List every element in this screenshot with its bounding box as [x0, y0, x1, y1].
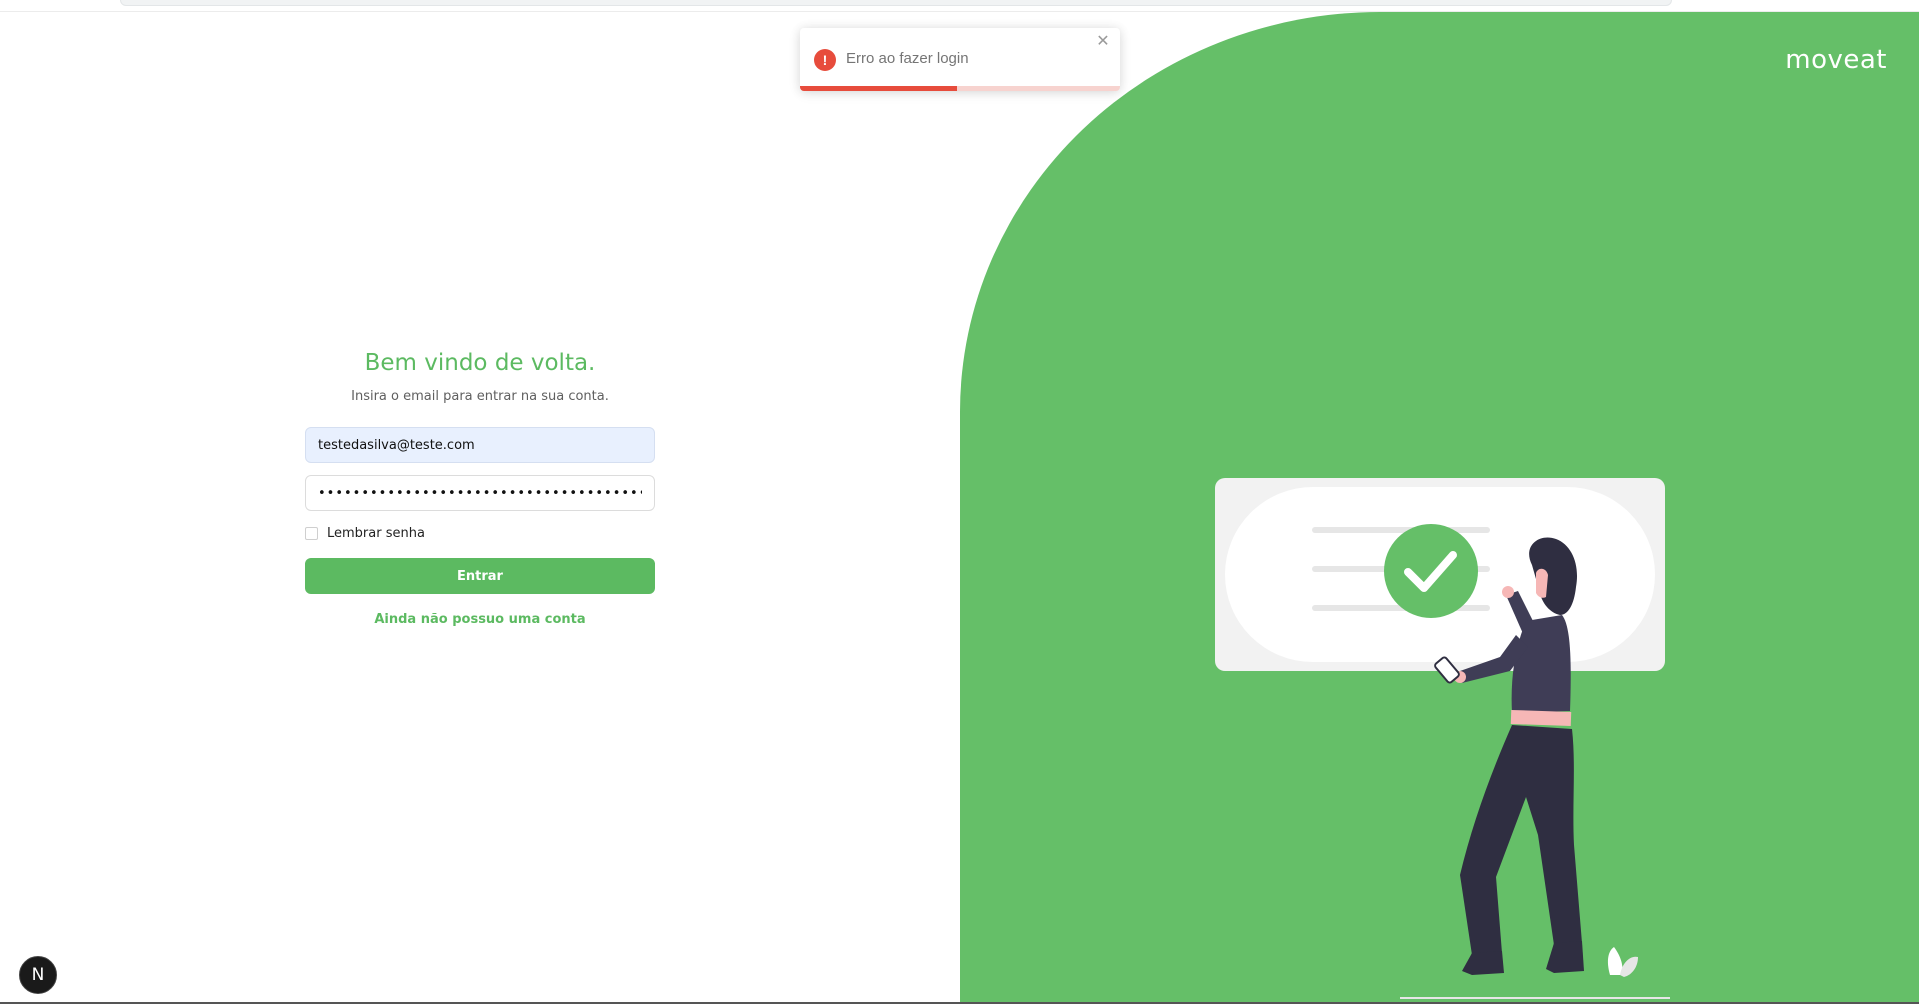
remember-password-checkbox[interactable] — [305, 526, 318, 540]
illustration — [1215, 478, 1670, 999]
toast-message: Erro ao fazer login — [846, 50, 969, 67]
remember-password-label[interactable]: Lembrar senha — [327, 526, 425, 541]
login-button[interactable]: Entrar — [305, 558, 655, 594]
close-icon[interactable]: ✕ — [1094, 33, 1112, 51]
check-circle-icon — [1384, 524, 1478, 618]
browser-address-bar — [120, 0, 1672, 6]
login-form: Bem vindo de volta. Insira o email para … — [305, 350, 655, 628]
error-toast: ! Erro ao fazer login ✕ — [800, 28, 1120, 91]
login-subtitle: Insira o email para entrar na sua conta. — [351, 389, 609, 404]
signup-link[interactable]: Ainda não possuo uma conta — [374, 612, 585, 627]
remember-password-row[interactable]: Lembrar senha — [305, 524, 655, 542]
toast-progress-bar — [800, 86, 957, 91]
error-exclamation-icon: ! — [814, 49, 836, 71]
brand-logo: moveat — [1785, 45, 1887, 75]
login-title: Bem vindo de volta. — [364, 350, 596, 376]
password-input[interactable] — [305, 475, 655, 511]
dev-tools-badge[interactable]: N — [19, 956, 57, 994]
checklist-card-illustration — [1215, 478, 1665, 671]
email-input[interactable] — [305, 427, 655, 463]
